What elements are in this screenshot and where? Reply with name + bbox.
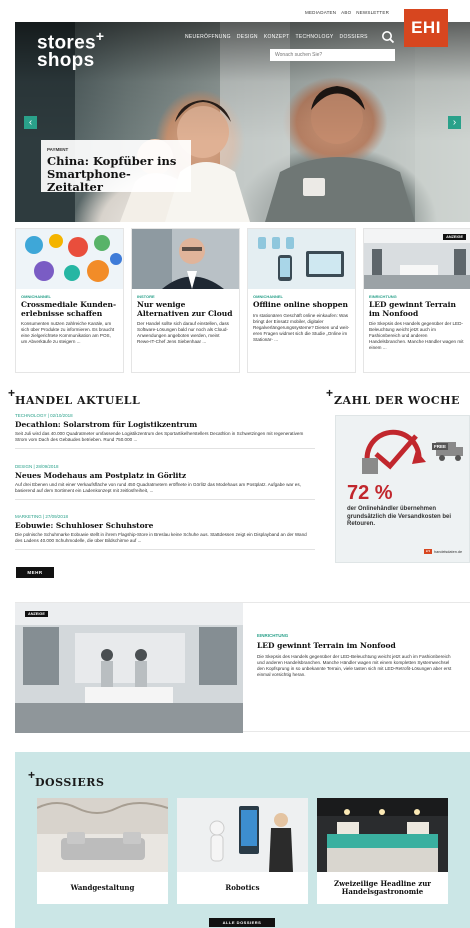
news-meta: MARKETING | 27/09/2018 xyxy=(15,514,68,519)
divider xyxy=(15,499,315,500)
teaser-card[interactable]: INSTORE Nur wenige Alternativen zur Clou… xyxy=(131,228,240,373)
teaser-cards: OMNICHANNEL Crossmediale Kunden­erlebnis… xyxy=(15,228,470,373)
card-title: LED gewinnt Terrain im Nonfood xyxy=(369,300,456,318)
news-item[interactable]: MARKETING | 27/09/2018 Eobuwie: Schuhlos… xyxy=(15,514,315,550)
section-title-handel: HANDEL AKTUELL xyxy=(15,394,141,407)
more-button[interactable]: MEHR xyxy=(16,567,54,578)
top-links: MEDIADATEN ABO NEWSLETTER xyxy=(305,10,405,22)
news-meta: TECHNOLOGY | 02/10/2018 xyxy=(15,413,73,418)
card-category: EINRICHTUNG xyxy=(369,294,397,299)
all-dossiers-button[interactable]: ALLE DOSSIERS xyxy=(209,918,275,927)
hero-kicker: PAYMENT xyxy=(47,147,69,152)
source-mark-icon: EHI xyxy=(424,549,432,554)
search-icon[interactable] xyxy=(381,30,395,44)
news-title: Decathlon: Solarstrom für Logistikzentru… xyxy=(15,420,198,429)
featured-ad[interactable]: ANZEIGE EINRICHTUNG LED gewinnt Terrain … xyxy=(15,602,470,733)
card-category: INSTORE xyxy=(137,294,155,299)
card-text: Der Handel sollte sich darauf ein­stelle… xyxy=(137,321,229,344)
card-text: Die Skepsis des Handels gegen­über der L… xyxy=(369,321,464,350)
zahl-source[interactable]: EHI handelsdaten.de xyxy=(424,549,462,554)
news-title: Neues Modehaus am Postplatz in Görlitz xyxy=(15,471,187,480)
zahl-percent: 72 % xyxy=(347,482,393,504)
news-title: Eobuwie: Schuhloser Schuhstore xyxy=(15,521,154,530)
hero-caption[interactable]: PAYMENT China: Kopfüber ins Smartphone-Z… xyxy=(41,140,191,194)
divider xyxy=(15,549,315,550)
hero-prev-arrow[interactable]: ‹ xyxy=(24,116,37,129)
teaser-card[interactable]: OMNICHANNEL Offline online shoppen Im st… xyxy=(247,228,356,373)
dossier-title: Robotics xyxy=(225,883,260,892)
ad-badge: ANZEIGE xyxy=(25,611,48,617)
dossier-image-robot xyxy=(177,798,308,872)
nav-konzept[interactable]: KONZEPT xyxy=(264,34,290,40)
logo-line2: shops xyxy=(37,50,95,72)
return-shipping-icon xyxy=(362,429,463,474)
news-item[interactable]: DESIGN | 28/09/2018 Neues Modehaus am Po… xyxy=(15,464,315,500)
zahl-text: der Onlinehändler übernehmen grundsätzli… xyxy=(347,506,452,527)
dossier-card[interactable]: Zweizeilige Headline zur Handelsgastrono… xyxy=(317,798,448,904)
nav-design[interactable]: DESIGN xyxy=(237,34,258,40)
card-image-store: ANZEIGE xyxy=(364,229,470,289)
news-text: Seit Juli wird das 40.000 Quadratmeter u… xyxy=(15,431,304,442)
dossier-image-gastronomy xyxy=(317,798,448,872)
nav-neueroeffnung[interactable]: NEUERÖFFNUNG xyxy=(185,34,231,40)
hero-slider[interactable]: stores+ shops NEUERÖFFNUNG DESIGN KONZEP… xyxy=(15,22,470,222)
zahl-der-woche-box[interactable]: FREE 72 % der Onlinehändler übernehmen g… xyxy=(335,415,470,563)
news-item[interactable]: TECHNOLOGY | 02/10/2018 Decathlon: Solar… xyxy=(15,413,315,449)
site-logo[interactable]: stores+ shops xyxy=(37,27,104,70)
dossiers-section: + DOSSIERS Wandgestaltung Robotics Zweiz… xyxy=(15,752,470,928)
card-title: Offline online shoppen xyxy=(253,300,348,309)
dossier-title: Zweizeilige Headline zur Handelsgastrono… xyxy=(334,879,431,896)
dossier-card[interactable]: Robotics xyxy=(177,798,308,904)
ehi-logo[interactable]: EHI xyxy=(404,9,448,47)
ad-text: Die Skepsis des Handels gegenüber der LE… xyxy=(257,654,452,677)
card-image-omnichannel-icons xyxy=(16,229,123,289)
news-text: Die polnische Schuhmarke Eobuwie stellt … xyxy=(15,532,307,543)
card-title: Nur wenige Alternativen zur Cloud xyxy=(137,300,233,318)
card-text: Im stationären Geschäft online einkaufen… xyxy=(253,312,350,342)
search-input[interactable] xyxy=(270,49,395,61)
card-title: Crossmediale Kunden­erlebnisse schaffen xyxy=(21,300,117,318)
link-mediadaten[interactable]: MEDIADATEN xyxy=(305,10,336,22)
section-title-zahl: ZAHL DER WOCHE xyxy=(334,394,460,407)
hero-next-arrow[interactable]: › xyxy=(448,116,461,129)
logo-plus: + xyxy=(95,28,105,44)
news-meta: DESIGN | 28/09/2018 xyxy=(15,464,59,469)
section-title-dossiers: DOSSIERS xyxy=(35,776,105,789)
nav-dossiers[interactable]: DOSSIERS xyxy=(340,34,368,40)
ad-badge: ANZEIGE xyxy=(443,234,466,240)
dossier-card[interactable]: Wandgestaltung xyxy=(37,798,168,904)
teaser-card[interactable]: ANZEIGE EINRICHTUNG LED gewinnt Terrain … xyxy=(363,228,470,373)
hero-title: China: Kopfüber ins Smartphone-Zeitalter xyxy=(47,154,177,194)
link-abo[interactable]: ABO xyxy=(341,10,351,22)
ad-category: EINRICHTUNG xyxy=(257,633,289,638)
card-text: Konsumenten nutzen zahlreiche Kanäle, um… xyxy=(21,321,115,344)
free-label: FREE xyxy=(432,443,449,450)
teaser-card[interactable]: OMNICHANNEL Crossmediale Kunden­erlebnis… xyxy=(15,228,124,373)
section-plus-icon: + xyxy=(8,386,16,400)
dossier-title: Wandgestaltung xyxy=(70,883,135,892)
source-link: handelsdaten.de xyxy=(434,549,463,554)
card-image-devices xyxy=(248,229,355,289)
card-category: OMNICHANNEL xyxy=(21,294,51,299)
card-category: OMNICHANNEL xyxy=(253,294,283,299)
nav-technology[interactable]: TECHNOLOGY xyxy=(296,34,334,40)
card-image-portrait xyxy=(132,229,239,289)
section-plus-icon: + xyxy=(326,386,334,400)
link-newsletter[interactable]: NEWSLETTER xyxy=(356,10,389,22)
main-nav: NEUERÖFFNUNG DESIGN KONZEPT TECHNOLOGY D… xyxy=(185,34,368,40)
section-plus-icon: + xyxy=(28,768,36,782)
ad-title: LED gewinnt Terrain im Nonfood xyxy=(257,641,396,650)
divider xyxy=(15,448,315,449)
dossier-image-sofa xyxy=(37,798,168,872)
news-text: Auf drei Ebenen und mit einer Verkaufsfl… xyxy=(15,482,301,493)
featured-ad-image: ANZEIGE xyxy=(15,603,243,733)
